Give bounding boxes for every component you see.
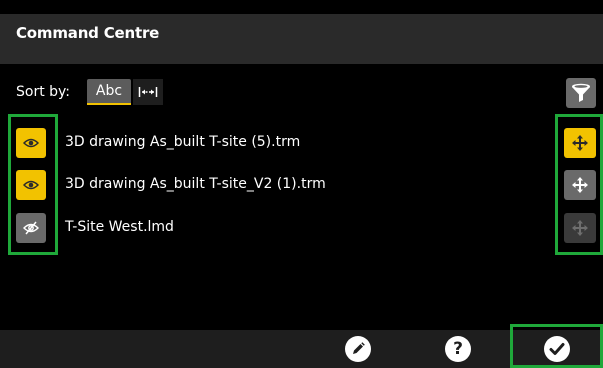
move-arrows-icon xyxy=(572,220,588,236)
visibility-toggle[interactable] xyxy=(16,128,46,158)
confirm-button[interactable] xyxy=(537,331,577,367)
file-name: 3D drawing As_built T-site_V2 (1).trm xyxy=(65,176,326,192)
move-layer-button[interactable] xyxy=(564,128,596,158)
move-arrows-icon xyxy=(572,135,588,151)
eye-icon xyxy=(23,180,39,190)
filter-button[interactable] xyxy=(566,78,596,108)
eye-icon xyxy=(23,138,39,148)
question-mark-icon: ? xyxy=(453,339,463,359)
help-button[interactable]: ? xyxy=(438,331,478,367)
move-layer-button[interactable] xyxy=(564,170,596,200)
sort-label: Sort by: xyxy=(16,84,71,100)
file-row: 3D drawing As_built T-site (5).trm xyxy=(0,123,603,163)
sort-distance-button[interactable] xyxy=(133,79,163,105)
sort-bar: Sort by: Abc xyxy=(0,76,603,110)
visibility-toggle[interactable] xyxy=(16,170,46,200)
sort-alphabetical-button[interactable]: Abc xyxy=(87,79,131,105)
command-centre-panel: Command Centre Sort by: Abc 3D drawing A… xyxy=(0,0,603,368)
footer-bar xyxy=(0,330,603,368)
checkmark-icon xyxy=(549,343,565,355)
funnel-icon xyxy=(572,83,590,102)
visibility-toggle[interactable] xyxy=(16,213,46,243)
distance-sort-icon xyxy=(138,87,158,97)
pencil-icon xyxy=(353,342,365,354)
file-row: 3D drawing As_built T-site_V2 (1).trm xyxy=(0,165,603,205)
page-title: Command Centre xyxy=(16,24,160,42)
eye-hidden-icon xyxy=(23,221,39,235)
file-row: T-Site West.lmd xyxy=(0,208,603,248)
file-name: 3D drawing As_built T-site (5).trm xyxy=(65,134,301,150)
move-arrows-icon xyxy=(572,177,588,193)
file-name: T-Site West.lmd xyxy=(65,219,174,235)
move-layer-button[interactable] xyxy=(564,213,596,243)
edit-button[interactable] xyxy=(338,331,378,367)
